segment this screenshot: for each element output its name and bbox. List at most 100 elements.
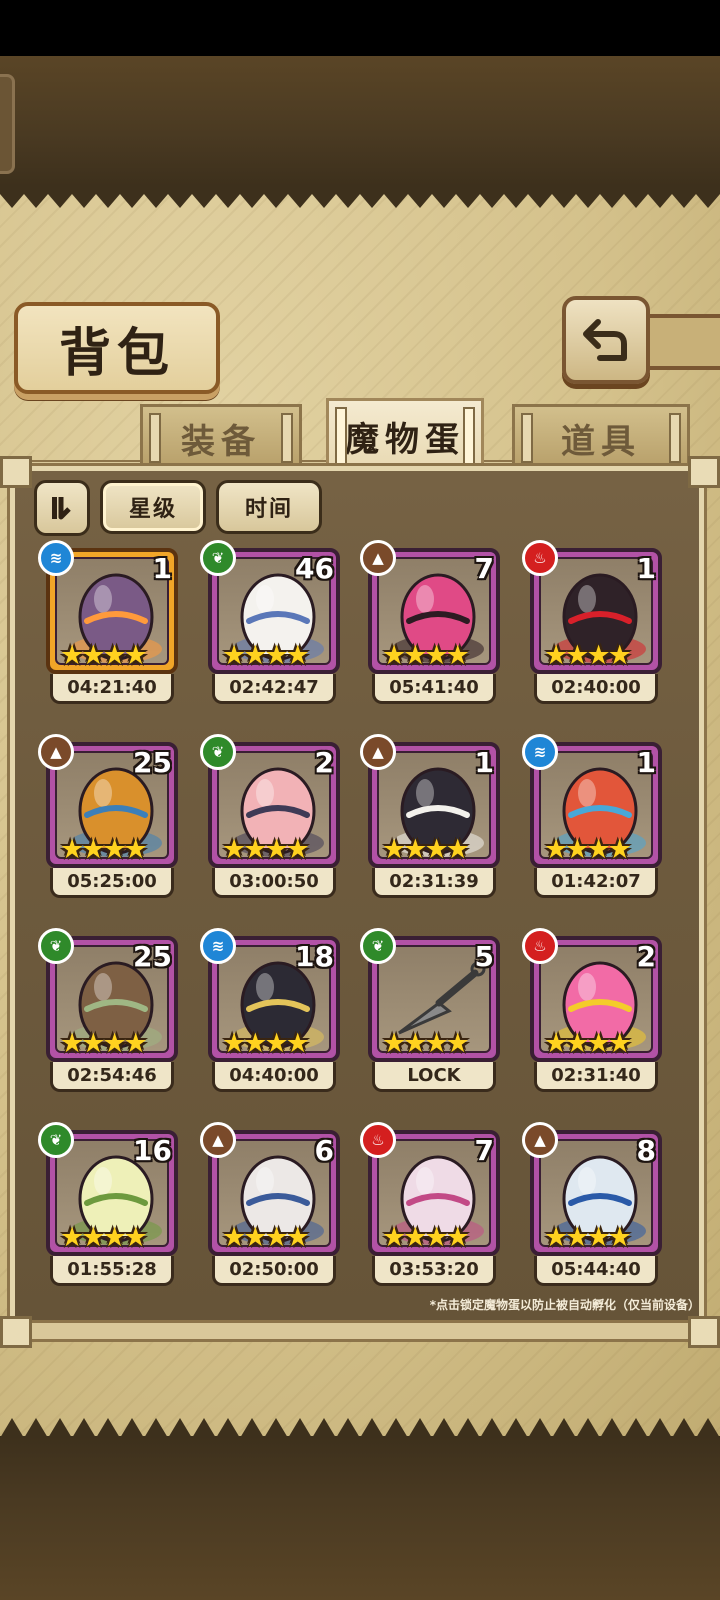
egg-card[interactable]: ≋ 18 ★★★★ 04:40:00 [200, 928, 342, 1100]
panel-corner-br [688, 1316, 720, 1348]
star-icon: ★ [424, 1028, 448, 1059]
star-icon: ★ [586, 834, 610, 865]
egg-card[interactable]: ♨ 1 ★★★★ 02:40:00 [522, 540, 664, 712]
egg-card[interactable]: ▲ 7 ★★★★ 05:41:40 [360, 540, 502, 712]
hatch-timer: 03:00:50 [212, 868, 336, 898]
panel-corner-bl [0, 1316, 32, 1348]
hatch-timer: 02:40:00 [534, 674, 658, 704]
star-icon: ★ [222, 640, 246, 671]
star-rating: ★★★★ [382, 640, 470, 671]
star-icon: ★ [102, 1222, 126, 1253]
egg-card[interactable]: ❦ 46 ★★★★ 02:42:47 [200, 540, 342, 712]
egg-card[interactable]: ♨ 2 ★★★★ 02:31:40 [522, 928, 664, 1100]
earth-element-icon: ▲ [38, 734, 74, 770]
star-icon: ★ [544, 640, 568, 671]
star-icon: ★ [102, 1028, 126, 1059]
egg-count: 25 [133, 940, 172, 973]
panel-bottom-bar [4, 1320, 720, 1342]
filter-star-level-button[interactable]: 星级 [100, 480, 206, 534]
star-icon: ★ [285, 834, 310, 865]
egg-card[interactable]: ▲ 1 ★★★★ 02:31:39 [360, 734, 502, 906]
sort-order-button[interactable] [34, 480, 90, 536]
egg-lock-label: LOCK [372, 1062, 496, 1092]
tab-post-left [521, 413, 533, 463]
egg-count: 1 [152, 552, 172, 585]
star-rating: ★★★★ [382, 1222, 470, 1253]
earth-element-icon: ▲ [360, 734, 396, 770]
nature-element-icon: ❦ [200, 734, 236, 770]
star-rating: ★★★★ [222, 834, 310, 865]
star-rating: ★★★★ [222, 1222, 310, 1253]
star-icon: ★ [123, 1222, 148, 1253]
sort-order-icon [52, 497, 71, 520]
star-icon: ★ [403, 834, 427, 865]
tab-equipment[interactable]: 装备 [140, 404, 302, 469]
star-icon: ★ [60, 834, 84, 865]
star-icon: ★ [123, 834, 148, 865]
star-icon: ★ [565, 1222, 589, 1253]
egg-card[interactable]: ❦ 16 ★★★★ 01:55:28 [38, 1122, 180, 1294]
star-rating: ★★★★ [60, 1222, 148, 1253]
tab-items[interactable]: 道具 [512, 404, 690, 469]
egg-card[interactable]: ❦ 2 ★★★★ 03:00:50 [200, 734, 342, 906]
star-icon: ★ [445, 1222, 470, 1253]
egg-card[interactable]: ▲ 6 ★★★★ 02:50:00 [200, 1122, 342, 1294]
star-icon: ★ [243, 1028, 267, 1059]
egg-card[interactable]: ▲ 8 ★★★★ 05:44:40 [522, 1122, 664, 1294]
back-button[interactable] [562, 296, 650, 384]
star-icon: ★ [445, 834, 470, 865]
egg-card[interactable]: ❦ 25 ★★★★ 02:54:46 [38, 928, 180, 1100]
star-icon: ★ [544, 834, 568, 865]
egg-count: 6 [314, 1134, 334, 1167]
star-rating: ★★★★ [544, 834, 632, 865]
egg-count: 1 [636, 746, 656, 779]
hatch-timer: 01:42:07 [534, 868, 658, 898]
egg-card[interactable]: ❦ 5 ★★★★ LOCK [360, 928, 502, 1100]
status-bar [0, 0, 720, 56]
nature-element-icon: ❦ [38, 1122, 74, 1158]
star-icon: ★ [424, 1222, 448, 1253]
page-title-plate: 背包 [14, 302, 220, 394]
egg-count: 25 [133, 746, 172, 779]
star-icon: ★ [607, 1028, 632, 1059]
star-icon: ★ [81, 1222, 105, 1253]
star-icon: ★ [382, 1222, 406, 1253]
egg-count: 46 [295, 552, 334, 585]
nature-element-icon: ❦ [200, 540, 236, 576]
star-rating: ★★★★ [544, 640, 632, 671]
star-icon: ★ [382, 640, 406, 671]
star-icon: ★ [102, 834, 126, 865]
hatch-timer: 02:31:39 [372, 868, 496, 898]
star-icon: ★ [607, 834, 632, 865]
tab-post-left [149, 413, 161, 463]
star-icon: ★ [60, 1222, 84, 1253]
tab-post-right [463, 407, 475, 465]
star-icon: ★ [445, 640, 470, 671]
egg-card[interactable]: ▲ 25 ★★★★ 05:25:00 [38, 734, 180, 906]
star-icon: ★ [123, 1028, 148, 1059]
hatch-timer: 05:44:40 [534, 1256, 658, 1286]
star-icon: ★ [565, 834, 589, 865]
top-torn-edge [0, 186, 720, 208]
egg-count: 2 [314, 746, 334, 779]
star-rating: ★★★★ [544, 1028, 632, 1059]
star-rating: ★★★★ [544, 1222, 632, 1253]
egg-card[interactable]: ≋ 1 ★★★★ 04:21:40 [38, 540, 180, 712]
tab-monster-eggs[interactable]: 魔物蛋 [326, 398, 484, 471]
tab-post-right [281, 413, 293, 463]
egg-card[interactable]: ♨ 7 ★★★★ 03:53:20 [360, 1122, 502, 1294]
star-icon: ★ [403, 1028, 427, 1059]
star-icon: ★ [565, 640, 589, 671]
star-icon: ★ [285, 1028, 310, 1059]
egg-card[interactable]: ≋ 1 ★★★★ 01:42:07 [522, 734, 664, 906]
hatch-timer: 05:41:40 [372, 674, 496, 704]
star-icon: ★ [222, 1028, 246, 1059]
filter-time-button[interactable]: 时间 [216, 480, 322, 534]
star-icon: ★ [403, 640, 427, 671]
tab-equipment-label: 装备 [181, 421, 261, 462]
earth-element-icon: ▲ [360, 540, 396, 576]
egg-count: 16 [133, 1134, 172, 1167]
star-icon: ★ [586, 1028, 610, 1059]
back-arrow-icon [583, 319, 627, 361]
hatch-timer: 03:53:20 [372, 1256, 496, 1286]
